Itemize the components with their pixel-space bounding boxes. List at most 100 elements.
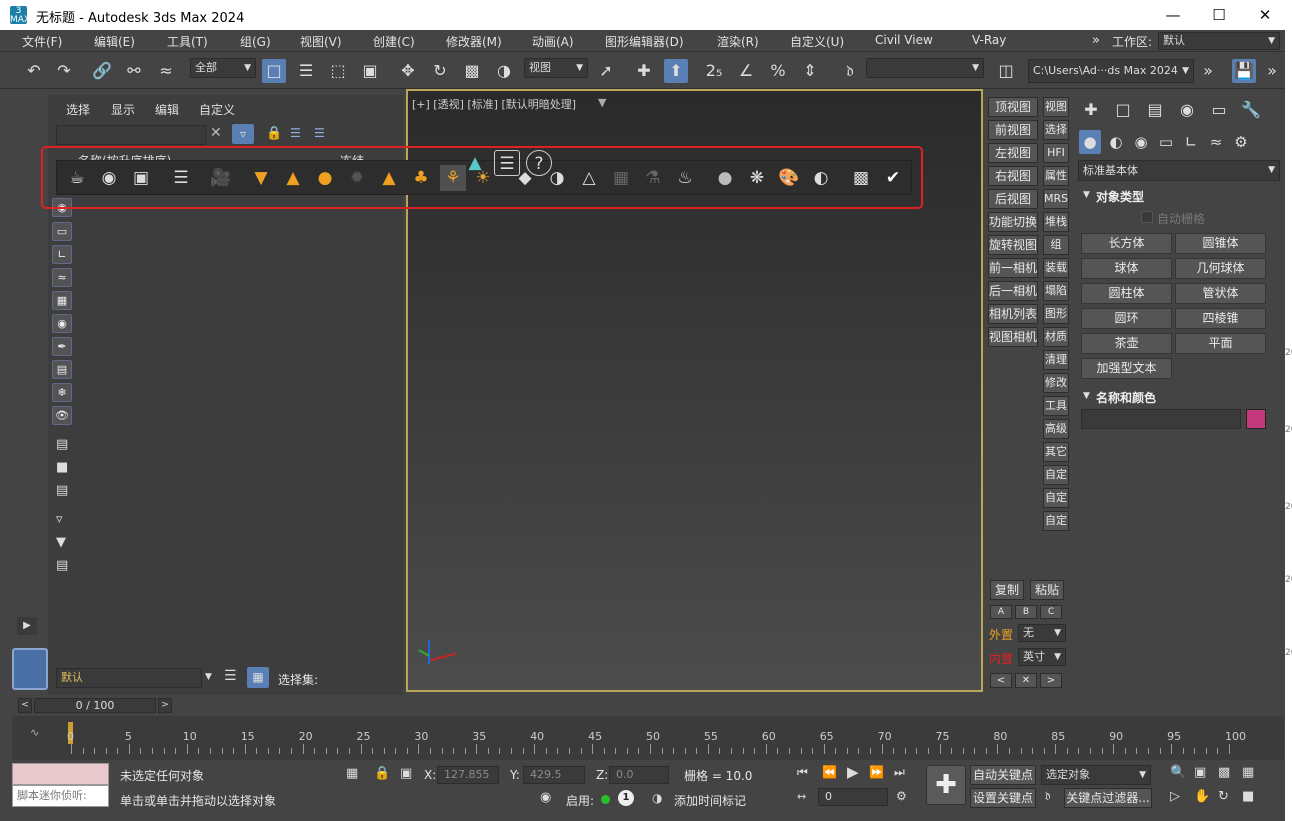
view-button[interactable]: 视图 bbox=[1043, 97, 1069, 117]
next-key-icon[interactable]: ⏩ bbox=[869, 765, 884, 779]
prev-camera-button[interactable]: 前一相机 bbox=[988, 258, 1038, 278]
properties-button[interactable]: 属性 bbox=[1043, 166, 1069, 186]
reference-coordinate-dropdown[interactable]: 视图 ▼ bbox=[524, 58, 588, 78]
scene-tab-customize[interactable]: 自定义 bbox=[199, 101, 235, 118]
containers-icon[interactable]: ▤ bbox=[56, 558, 68, 573]
absolute-mode-icon[interactable]: ▣ bbox=[400, 766, 412, 781]
go-to-start-icon[interactable]: ⏮ bbox=[797, 765, 808, 780]
filter-toggle-icon[interactable]: ▿ bbox=[56, 512, 63, 527]
mirror-icon[interactable]: ◫ bbox=[994, 59, 1018, 83]
geosphere-button[interactable]: 几何球体 bbox=[1175, 258, 1266, 279]
auto-key-button[interactable]: 自动关键点 bbox=[970, 765, 1036, 785]
unit-dropdown[interactable]: 英寸 ▼ bbox=[1018, 648, 1066, 666]
adaptive-degradation-icon[interactable]: ◉ bbox=[540, 790, 551, 805]
material-button[interactable]: 材质 bbox=[1043, 327, 1069, 347]
time-config-icon[interactable]: ⚙ bbox=[896, 789, 907, 803]
edit-named-sets-icon[interactable]: 𝔡 bbox=[838, 59, 862, 83]
plane-button[interactable]: 平面 bbox=[1175, 333, 1266, 354]
expand-panel-icon[interactable]: ▶ bbox=[17, 617, 37, 635]
menu-modifiers[interactable]: 修改器(M) bbox=[446, 33, 502, 50]
load-button[interactable]: 装载 bbox=[1043, 258, 1069, 278]
link-icon[interactable]: 🔗 bbox=[90, 59, 114, 83]
pan-icon[interactable]: ✋ bbox=[1194, 789, 1210, 804]
rollout-collapse-icon-2[interactable]: ▼ bbox=[1083, 391, 1090, 401]
select-button[interactable]: 选择 bbox=[1043, 120, 1069, 140]
prev-arrow-icon[interactable]: < bbox=[990, 673, 1012, 688]
view-top-button[interactable]: 顶视图 bbox=[988, 97, 1038, 117]
view-left-button[interactable]: 左视图 bbox=[988, 143, 1038, 163]
named-selection-sets-dropdown[interactable]: ▼ bbox=[866, 58, 984, 78]
function-switch-button[interactable]: 功能切换 bbox=[988, 212, 1038, 232]
view-back-button[interactable]: 后视图 bbox=[988, 189, 1038, 209]
torus-button[interactable]: 圆环 bbox=[1081, 308, 1172, 329]
menu-civil-view[interactable]: Civil View bbox=[875, 33, 933, 47]
display-xrefs-icon[interactable]: ◉ bbox=[52, 314, 72, 333]
hierarchy-icon[interactable]: ☰ bbox=[290, 126, 301, 140]
helpers-category-icon[interactable]: ∟ bbox=[1180, 130, 1202, 154]
copy-button[interactable]: 复制 bbox=[990, 580, 1024, 600]
display-tab-icon[interactable]: ▭ bbox=[1206, 98, 1232, 122]
close-button[interactable]: ✕ bbox=[1242, 0, 1288, 30]
time-tag-icon[interactable]: ◑ bbox=[652, 791, 662, 805]
slot-c-button[interactable]: C bbox=[1040, 605, 1062, 619]
zoom-icon[interactable]: 🔍 bbox=[1170, 765, 1186, 780]
display-bones-icon[interactable]: ✒ bbox=[52, 337, 72, 356]
next-frame-arrow-icon[interactable]: > bbox=[158, 698, 172, 713]
snaps-toggle-icon[interactable]: 2₅ bbox=[702, 59, 726, 83]
next-camera-button[interactable]: 后一相机 bbox=[988, 281, 1038, 301]
time-slider[interactable]: 0 / 100 bbox=[34, 698, 156, 713]
group-button[interactable]: 组 bbox=[1043, 235, 1069, 255]
hierarchy-mode-icon[interactable]: ▦ bbox=[247, 667, 269, 688]
display-none-icon[interactable]: ■ bbox=[56, 460, 68, 475]
object-color-swatch[interactable] bbox=[1246, 409, 1266, 429]
box-button[interactable]: 长方体 bbox=[1081, 233, 1172, 254]
display-frozen-icon[interactable]: ❄ bbox=[52, 383, 72, 402]
cone-button[interactable]: 圆锥体 bbox=[1175, 233, 1266, 254]
menu-file[interactable]: 文件(F) bbox=[22, 33, 62, 50]
keyboard-shortcut-override-icon[interactable]: ⬆ bbox=[664, 59, 688, 83]
advanced-button[interactable]: 高级 bbox=[1043, 419, 1069, 439]
menu-rendering[interactable]: 渲染(R) bbox=[717, 33, 759, 50]
layer-dropdown[interactable]: 默认 bbox=[56, 668, 202, 688]
prev-frame-arrow-icon[interactable]: < bbox=[18, 698, 32, 713]
tools-button[interactable]: 工具 bbox=[1043, 396, 1069, 416]
display-helpers-icon[interactable]: ∟ bbox=[52, 245, 72, 264]
teapot-button[interactable]: 茶壶 bbox=[1081, 333, 1172, 354]
utilities-tab-icon[interactable]: 🔧 bbox=[1238, 98, 1264, 122]
custom-button-2[interactable]: 自定 bbox=[1043, 488, 1069, 508]
orbit-icon[interactable]: ↻ bbox=[1218, 789, 1229, 804]
pyramid-button[interactable]: 四棱锥 bbox=[1175, 308, 1266, 329]
cylinder-button[interactable]: 圆柱体 bbox=[1081, 283, 1172, 304]
textplus-button[interactable]: 加强型文本 bbox=[1081, 358, 1172, 379]
display-hidden-icon[interactable]: 👁 bbox=[52, 406, 72, 425]
x-coordinate-field[interactable]: 127.855 bbox=[437, 766, 499, 784]
view-front-button[interactable]: 前视图 bbox=[988, 120, 1038, 140]
play-icon[interactable]: ▶ bbox=[847, 763, 859, 781]
save-icon[interactable]: 💾 bbox=[1232, 59, 1256, 83]
spinner-snap-icon[interactable]: ⇕ bbox=[798, 59, 822, 83]
selection-lock-icon[interactable]: 🔒 bbox=[374, 766, 390, 781]
create-tab-icon[interactable]: ✚ bbox=[1078, 98, 1104, 122]
object-type-title[interactable]: 对象类型 bbox=[1096, 188, 1144, 205]
modify-tab-icon[interactable]: □ bbox=[1110, 98, 1136, 122]
isolate-icon[interactable]: ▦ bbox=[346, 766, 358, 781]
maxscript-listener-input[interactable] bbox=[12, 763, 109, 785]
camera-list-button[interactable]: 相机列表 bbox=[988, 304, 1038, 324]
undo-icon[interactable]: ↶ bbox=[22, 59, 46, 83]
menu-graph-editors[interactable]: 图形编辑器(D) bbox=[605, 33, 684, 50]
placement-icon[interactable]: ◑ bbox=[492, 59, 516, 83]
filter-icon-2[interactable]: ▼ bbox=[56, 535, 66, 550]
go-to-end-icon[interactable]: ⏭ bbox=[894, 765, 905, 780]
zoom-extents-all-icon[interactable]: ▦ bbox=[1242, 765, 1254, 780]
maximize-button[interactable]: ☐ bbox=[1196, 0, 1242, 30]
key-filters-icon[interactable]: 𝔡 bbox=[1045, 789, 1050, 804]
scene-search-input[interactable] bbox=[56, 125, 206, 145]
lights-category-icon[interactable]: ◉ bbox=[1130, 130, 1152, 154]
key-filters-button[interactable]: 关键点过滤器... bbox=[1064, 788, 1152, 808]
viewport-filter-icon[interactable]: ▼ bbox=[598, 96, 606, 109]
key-mode-icon[interactable]: ↔ bbox=[797, 790, 806, 803]
custom-button-3[interactable]: 自定 bbox=[1043, 511, 1069, 531]
zoom-extents-icon[interactable]: ▩ bbox=[1218, 765, 1230, 780]
pivot-center-icon[interactable]: ➚ bbox=[594, 59, 618, 83]
menu-overflow-icon[interactable]: » bbox=[1092, 33, 1100, 48]
